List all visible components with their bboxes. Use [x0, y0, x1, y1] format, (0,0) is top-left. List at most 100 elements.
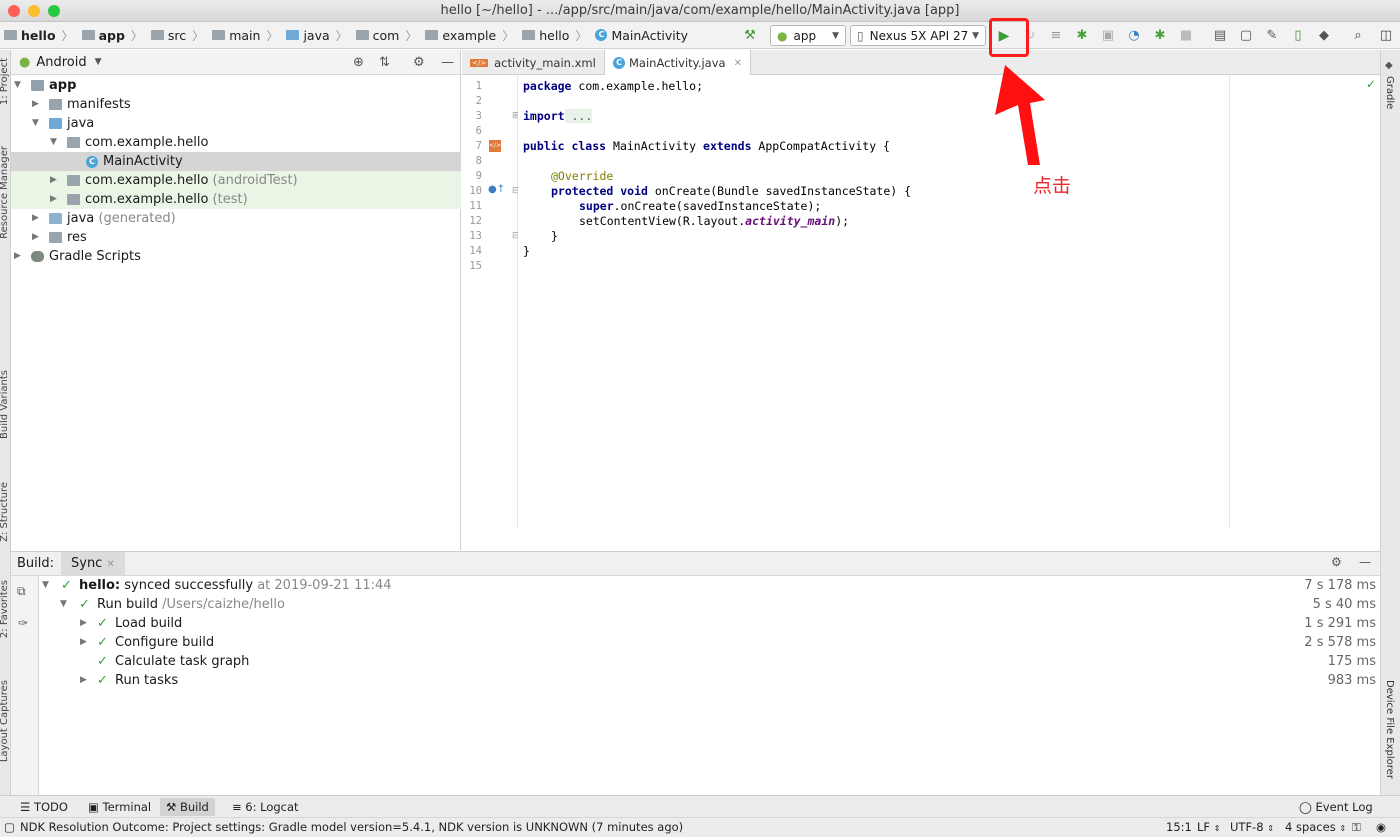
chevron-right-icon[interactable]: ▶: [80, 633, 87, 652]
tree-item-gradle-scripts[interactable]: ▶ Gradle Scripts: [11, 247, 461, 266]
profile-icon[interactable]: ◔: [1126, 28, 1142, 44]
indent-setting[interactable]: 4 spaces ⇕: [1285, 818, 1346, 838]
breadcrumb-main[interactable]: main 〉: [208, 22, 282, 49]
layout-icon[interactable]: ◫: [1378, 28, 1394, 44]
chevron-right-icon[interactable]: ▶: [32, 209, 39, 228]
breadcrumb-example[interactable]: example 〉: [421, 22, 518, 49]
inspector-icon[interactable]: ◉: [1376, 818, 1386, 837]
chevron-down-icon[interactable]: ▼: [50, 133, 57, 152]
override-icon[interactable]: ●↑: [488, 184, 505, 195]
hide-panel-icon[interactable]: —: [1359, 555, 1371, 569]
tree-item-java-generated[interactable]: ▶ java (generated): [11, 209, 461, 228]
close-tab-icon[interactable]: ✕: [734, 58, 742, 69]
attach-icon[interactable]: ▣: [1100, 28, 1116, 44]
breadcrumb-mainactivity[interactable]: C MainActivity: [591, 22, 692, 49]
device-icon[interactable]: ◆: [1316, 28, 1332, 44]
side-tab-project[interactable]: 1: Project: [0, 58, 10, 105]
tree-item-package-androidtest[interactable]: ▶ com.example.hello (androidTest): [11, 171, 461, 190]
build-row[interactable]: ▶ ✓ Load build 1 s 291 ms: [39, 614, 1380, 633]
close-tab-icon[interactable]: ✕: [106, 559, 114, 570]
rerun-icon[interactable]: ⧉: [17, 584, 26, 599]
side-tab-device-file-explorer[interactable]: Device File Explorer: [1384, 680, 1395, 779]
chevron-down-icon[interactable]: ▼: [60, 595, 67, 614]
stop-icon[interactable]: ■: [1178, 28, 1194, 44]
breadcrumb-app[interactable]: app 〉: [78, 22, 147, 49]
caret-position[interactable]: 15:1: [1166, 818, 1192, 837]
side-tab-structure[interactable]: Z: Structure: [0, 482, 10, 542]
breadcrumb-hello-package[interactable]: hello 〉: [518, 22, 591, 49]
run-config-select[interactable]: ● app ▼: [770, 25, 846, 46]
chevron-right-icon[interactable]: ▶: [50, 171, 57, 190]
side-tab-layout-captures[interactable]: Layout Captures: [0, 680, 10, 762]
debug-attach-icon[interactable]: ✱: [1152, 28, 1168, 44]
minimize-window-button[interactable]: [28, 5, 40, 17]
file-encoding[interactable]: UTF-8 ⇕: [1230, 818, 1274, 838]
line-separator[interactable]: LF ⇕: [1197, 818, 1220, 838]
chevron-right-icon[interactable]: ▶: [32, 95, 39, 114]
side-tab-resource-manager[interactable]: Resource Manager: [0, 146, 10, 239]
tree-item-java[interactable]: ▼ java: [11, 114, 461, 133]
sdk-icon[interactable]: ▯: [1290, 28, 1306, 44]
tool-window-todo[interactable]: ☰ TODO: [14, 798, 74, 816]
tree-item-package[interactable]: ▼ com.example.hello: [11, 133, 461, 152]
breadcrumb-java[interactable]: java 〉: [282, 22, 351, 49]
tool-window-build[interactable]: ⚒ Build: [160, 798, 215, 816]
tree-item-package-test[interactable]: ▶ com.example.hello (test): [11, 190, 461, 209]
close-window-button[interactable]: [8, 5, 20, 17]
debug-icon[interactable]: ✱: [1074, 28, 1090, 44]
locate-icon[interactable]: ⊕: [353, 55, 364, 70]
tab-sync[interactable]: Sync ✕: [61, 552, 125, 576]
code-editor[interactable]: package com.example.hello; import ... pu…: [518, 75, 1380, 528]
structure-icon[interactable]: ▢: [1238, 28, 1254, 44]
hide-panel-icon[interactable]: —: [441, 55, 454, 70]
hammer-icon[interactable]: ⚒: [742, 28, 758, 44]
build-row[interactable]: ▶ ✓ Configure build 2 s 578 ms: [39, 633, 1380, 652]
pin-icon[interactable]: ✑: [18, 616, 28, 630]
side-tab-favorites[interactable]: 2: Favorites: [0, 580, 10, 638]
chevron-right-icon[interactable]: ▶: [50, 190, 57, 209]
search-icon[interactable]: ⌕: [1350, 28, 1366, 44]
project-view-select[interactable]: Android: [36, 55, 86, 70]
tool-window-logcat[interactable]: ≡ 6: Logcat: [226, 798, 305, 816]
tree-item-mainactivity[interactable]: C MainActivity: [11, 152, 461, 171]
build-row[interactable]: ✓ Calculate task graph 175 ms: [39, 652, 1380, 671]
build-row[interactable]: ▼ ✓ Run build /Users/caizhe/hello 5 s 40…: [39, 595, 1380, 614]
status-message[interactable]: NDK Resolution Outcome: Project settings…: [20, 818, 683, 837]
coverage-icon[interactable]: ≡: [1048, 28, 1064, 44]
chevron-down-icon[interactable]: ▼: [95, 57, 102, 67]
sync-icon[interactable]: ▤: [1212, 28, 1228, 44]
avd-icon[interactable]: ✎: [1264, 28, 1280, 44]
tab-mainactivity-java[interactable]: C MainActivity.java ✕: [604, 50, 751, 76]
check-icon: ✓: [79, 597, 90, 612]
layout-link-icon[interactable]: </>: [489, 140, 501, 152]
gear-icon[interactable]: ⚙: [413, 55, 425, 70]
chevron-right-icon[interactable]: ▶: [14, 247, 21, 266]
chevron-down-icon[interactable]: ▼: [32, 114, 39, 133]
side-tab-gradle[interactable]: Gradle: [1384, 76, 1395, 109]
tool-window-terminal[interactable]: ▣ Terminal: [82, 798, 157, 816]
breadcrumb-hello[interactable]: hello 〉: [0, 22, 78, 49]
device-select[interactable]: ▯ Nexus 5X API 27 ▼: [850, 25, 986, 46]
tab-activity-main-xml[interactable]: </> activity_main.xml ✕: [462, 50, 620, 75]
tree-item-manifests[interactable]: ▶ manifests: [11, 95, 461, 114]
zoom-window-button[interactable]: [48, 5, 60, 17]
chevron-down-icon[interactable]: ▼: [14, 76, 21, 95]
breadcrumb-com[interactable]: com 〉: [352, 22, 422, 49]
side-tab-build-variants[interactable]: Build Variants: [0, 370, 10, 439]
lock-icon[interactable]: ⚿: [1352, 818, 1361, 837]
tree-item-res[interactable]: ▶ res: [11, 228, 461, 247]
status-toggle-icon[interactable]: ▢: [4, 818, 15, 837]
gear-icon[interactable]: ⚙: [1331, 555, 1342, 569]
chevron-right-icon[interactable]: ▶: [80, 671, 87, 690]
tool-window-event-log[interactable]: ◯ Event Log: [1293, 798, 1379, 816]
chevron-right-icon[interactable]: ▶: [80, 614, 87, 633]
tree-item-app[interactable]: ▼ app: [11, 76, 461, 95]
breadcrumb-src[interactable]: src 〉: [147, 22, 208, 49]
collapse-all-icon[interactable]: ⇅: [379, 55, 390, 70]
build-row[interactable]: ▼ ✓ hello: synced successfully at 2019-0…: [39, 576, 1380, 595]
chevron-right-icon[interactable]: ▶: [32, 228, 39, 247]
chevron-down-icon[interactable]: ▼: [42, 576, 49, 595]
code-line: }: [551, 229, 558, 243]
build-row[interactable]: ▶ ✓ Run tasks 983 ms: [39, 671, 1380, 690]
project-panel-header: ● Android ▼ ⊕ ⇅ ⚙ —: [11, 50, 460, 75]
